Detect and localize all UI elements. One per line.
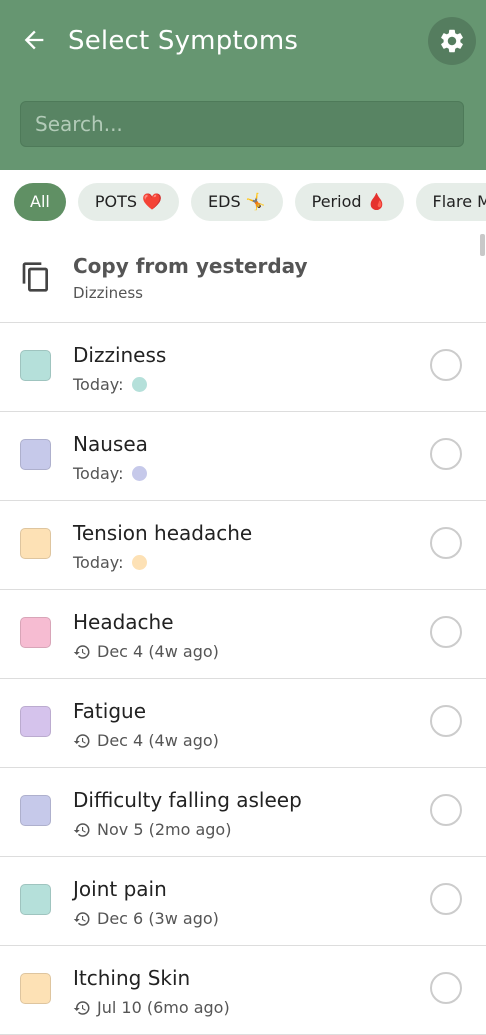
symptom-color-swatch <box>20 617 51 648</box>
symptom-color-swatch <box>20 439 51 470</box>
chip-flare-mode[interactable]: Flare Mode <box>415 183 486 221</box>
history-icon <box>73 644 90 659</box>
history-icon <box>73 733 90 748</box>
back-button[interactable] <box>16 22 52 58</box>
history-icon <box>73 822 90 837</box>
select-radio[interactable] <box>430 527 462 559</box>
history-icon <box>73 1000 90 1015</box>
copy-title: Copy from yesterday <box>73 254 308 278</box>
symptom-last-logged: Today: <box>73 553 147 572</box>
category-chips: All POTS ❤️ EDS 🤸 Period 🩸 Flare Mode <box>0 170 486 232</box>
symptom-list: Copy from yesterday Dizziness Dizziness T… <box>0 232 486 1035</box>
symptom-name: Fatigue <box>73 699 146 723</box>
today-dot <box>131 466 147 481</box>
chip-pots[interactable]: POTS ❤️ <box>77 183 180 221</box>
symptom-row[interactable]: Nausea Today: <box>0 412 486 501</box>
search-field[interactable] <box>20 101 464 147</box>
last-logged-text: Dec 4 (4w ago) <box>97 642 219 661</box>
chip-period[interactable]: Period 🩸 <box>294 183 404 221</box>
symptom-last-logged: Dec 4 (4w ago) <box>73 731 219 750</box>
last-logged-text: Today: <box>73 375 124 394</box>
symptom-row[interactable]: Headache Dec 4 (4w ago) <box>0 590 486 679</box>
app-header: Select Symptoms <box>0 0 486 170</box>
symptom-color-swatch <box>20 884 51 915</box>
symptom-name: Joint pain <box>73 877 167 901</box>
symptom-last-logged: Jul 10 (6mo ago) <box>73 998 230 1017</box>
select-radio[interactable] <box>430 616 462 648</box>
symptom-color-swatch <box>20 706 51 737</box>
copy-subtitle: Dizziness <box>73 284 143 302</box>
symptom-last-logged: Nov 5 (2mo ago) <box>73 820 231 839</box>
select-radio[interactable] <box>430 349 462 381</box>
settings-button[interactable] <box>428 17 476 65</box>
select-radio[interactable] <box>430 705 462 737</box>
symptom-row[interactable]: Itching Skin Jul 10 (6mo ago) <box>0 946 486 1035</box>
symptom-name: Headache <box>73 610 174 634</box>
copy-from-yesterday-row[interactable]: Copy from yesterday Dizziness <box>0 232 486 323</box>
chip-all[interactable]: All <box>14 183 66 221</box>
back-arrow-icon <box>24 30 44 50</box>
symptom-last-logged: Dec 4 (4w ago) <box>73 642 219 661</box>
symptom-name: Dizziness <box>73 343 167 367</box>
select-radio[interactable] <box>430 794 462 826</box>
last-logged-text: Dec 4 (4w ago) <box>97 731 219 750</box>
symptom-color-swatch <box>20 795 51 826</box>
last-logged-text: Dec 6 (3w ago) <box>97 909 219 928</box>
copy-icon <box>22 262 48 292</box>
search-input[interactable] <box>35 112 449 136</box>
history-icon <box>73 911 90 926</box>
symptom-name: Difficulty falling asleep <box>73 788 302 812</box>
symptom-row[interactable]: Tension headache Today: <box>0 501 486 590</box>
symptom-row[interactable]: Dizziness Today: <box>0 323 486 412</box>
page-title: Select Symptoms <box>68 26 299 56</box>
symptom-row[interactable]: Joint pain Dec 6 (3w ago) <box>0 857 486 946</box>
symptom-last-logged: Dec 6 (3w ago) <box>73 909 219 928</box>
symptom-name: Nausea <box>73 432 148 456</box>
symptom-last-logged: Today: <box>73 464 147 483</box>
select-radio[interactable] <box>430 972 462 1004</box>
chip-eds[interactable]: EDS 🤸 <box>191 183 283 221</box>
symptom-color-swatch <box>20 350 51 381</box>
today-dot <box>131 377 147 392</box>
symptom-name: Tension headache <box>73 521 253 545</box>
last-logged-text: Jul 10 (6mo ago) <box>97 998 230 1017</box>
symptom-name: Itching Skin <box>73 966 191 990</box>
symptom-row[interactable]: Difficulty falling asleep Nov 5 (2mo ago) <box>0 768 486 857</box>
last-logged-text: Today: <box>73 553 124 572</box>
gear-icon <box>441 29 463 53</box>
today-dot <box>131 555 147 570</box>
symptom-row[interactable]: Fatigue Dec 4 (4w ago) <box>0 679 486 768</box>
select-radio[interactable] <box>430 883 462 915</box>
symptom-color-swatch <box>20 973 51 1004</box>
symptom-color-swatch <box>20 528 51 559</box>
select-radio[interactable] <box>430 438 462 470</box>
last-logged-text: Today: <box>73 464 124 483</box>
last-logged-text: Nov 5 (2mo ago) <box>97 820 232 839</box>
symptom-last-logged: Today: <box>73 375 147 394</box>
